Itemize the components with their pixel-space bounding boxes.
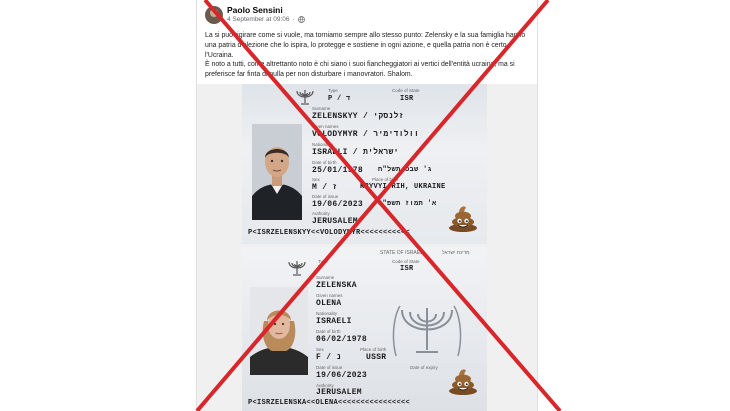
- surname-value: ZELENSKYY / זלנסקי: [312, 112, 404, 121]
- authority-label: Authority: [312, 211, 330, 216]
- authority-value: JERUSALEM: [312, 217, 358, 226]
- man-portrait-icon: [252, 124, 302, 220]
- passport-zelenskyy: Type P / ד Code of State ISR Surname ZEL…: [242, 84, 487, 244]
- nationality-value: ISRAELI: [316, 317, 352, 326]
- expiry-label: Date of expiry: [410, 365, 438, 370]
- issue-value: 19/06/2023: [316, 371, 368, 380]
- surname-value: ZELENSKA: [316, 281, 357, 290]
- post-paragraph-1: La si può rigirare come si vuole, ma tor…: [205, 32, 526, 59]
- authority-value: JERUSALEM: [316, 388, 362, 397]
- mrz-line: P<ISRZELENSKYY<<VOLODYMYR<<<<<<<<<<<: [248, 229, 411, 237]
- passport-zelenska: STATE OF ISRAEL מדינת ישראל Type P Code …: [242, 247, 487, 411]
- sex-value: M / ז: [312, 183, 338, 192]
- sex-value: F / נ: [316, 353, 342, 362]
- dob-label: Date of birth: [312, 160, 337, 165]
- dob-value: 06/02/1978: [316, 335, 368, 344]
- type-label: Type: [328, 88, 338, 93]
- issue-value: 19/06/2023: [312, 200, 364, 209]
- portrait-photo: [252, 124, 302, 220]
- state-value: ISR: [400, 265, 414, 273]
- portrait-photo: [250, 287, 308, 375]
- menorah-emblem-icon: [288, 261, 306, 276]
- author-avatar[interactable]: [205, 6, 223, 24]
- sex-label: Sex: [312, 177, 320, 182]
- surname-label: Surname: [312, 106, 331, 111]
- dob-hebrew-value: ג' שבט תשל"ח: [378, 166, 433, 174]
- post-meta: 4 September at 09:06 ·: [227, 16, 305, 23]
- pob-label: Place of birth: [372, 177, 399, 182]
- type-value: P: [318, 265, 323, 273]
- surname-label: Surname: [316, 275, 335, 280]
- pob-label: Place of birth: [360, 347, 387, 352]
- post-paragraph-2: È noto a tutti, come altrettanto noto è …: [205, 61, 515, 79]
- post-date[interactable]: 4 September at 09:06: [227, 16, 290, 23]
- poop-emoji-icon: [449, 206, 477, 232]
- separator-dot: ·: [292, 16, 295, 23]
- dob-value: 25/01/1978: [312, 166, 364, 175]
- issue-label: Date of issue: [312, 194, 339, 199]
- sex-label: Sex: [316, 347, 324, 352]
- type-label: Type: [318, 259, 328, 264]
- state-header: STATE OF ISRAEL: [380, 250, 423, 256]
- given-names-value: OLENA: [316, 299, 342, 308]
- pob-value: USSR: [366, 353, 387, 362]
- issue-label: Date of issue: [316, 365, 343, 370]
- issue-hebrew-value: א' תמוז תשפ"ג: [378, 200, 437, 208]
- nationality-label: Nationality: [316, 311, 338, 316]
- facebook-post: Paolo Sensini 4 September at 09:06 · La …: [196, 0, 538, 411]
- post-header: Paolo Sensini 4 September at 09:06 ·: [197, 0, 537, 28]
- given-names-label: Given names: [312, 124, 339, 129]
- given-names-label: Given names: [316, 293, 343, 298]
- nationality-value: ISRAELI / ישראלית: [312, 148, 399, 157]
- dob-label: Date of birth: [316, 329, 341, 334]
- post-text: La si può rigirare come si vuole, ma tor…: [205, 31, 531, 80]
- poop-emoji-icon: [449, 369, 477, 395]
- menorah-emblem-icon: [296, 90, 314, 105]
- type-value: P / ד: [328, 95, 351, 103]
- woman-portrait-icon: [250, 287, 308, 375]
- post-image[interactable]: Type P / ד Code of State ISR Surname ZEL…: [197, 84, 537, 411]
- state-header-hebrew: מדינת ישראל: [442, 250, 470, 256]
- nationality-label: Nationality: [312, 142, 334, 147]
- state-label: Code of State: [392, 88, 420, 93]
- state-label: Code of State: [392, 259, 420, 264]
- mrz-line: P<ISRZELENSKA<<OLENA<<<<<<<<<<<<<<<<: [248, 399, 411, 407]
- pob-value: KRYVYI RIH, UKRAINE: [360, 183, 446, 191]
- large-menorah-emblem-icon: [392, 305, 462, 357]
- given-names-value: VOLODYMYR / וולודימיר: [312, 130, 420, 139]
- globe-icon: [297, 16, 305, 23]
- author-name[interactable]: Paolo Sensini: [227, 5, 283, 15]
- state-value: ISR: [400, 95, 414, 103]
